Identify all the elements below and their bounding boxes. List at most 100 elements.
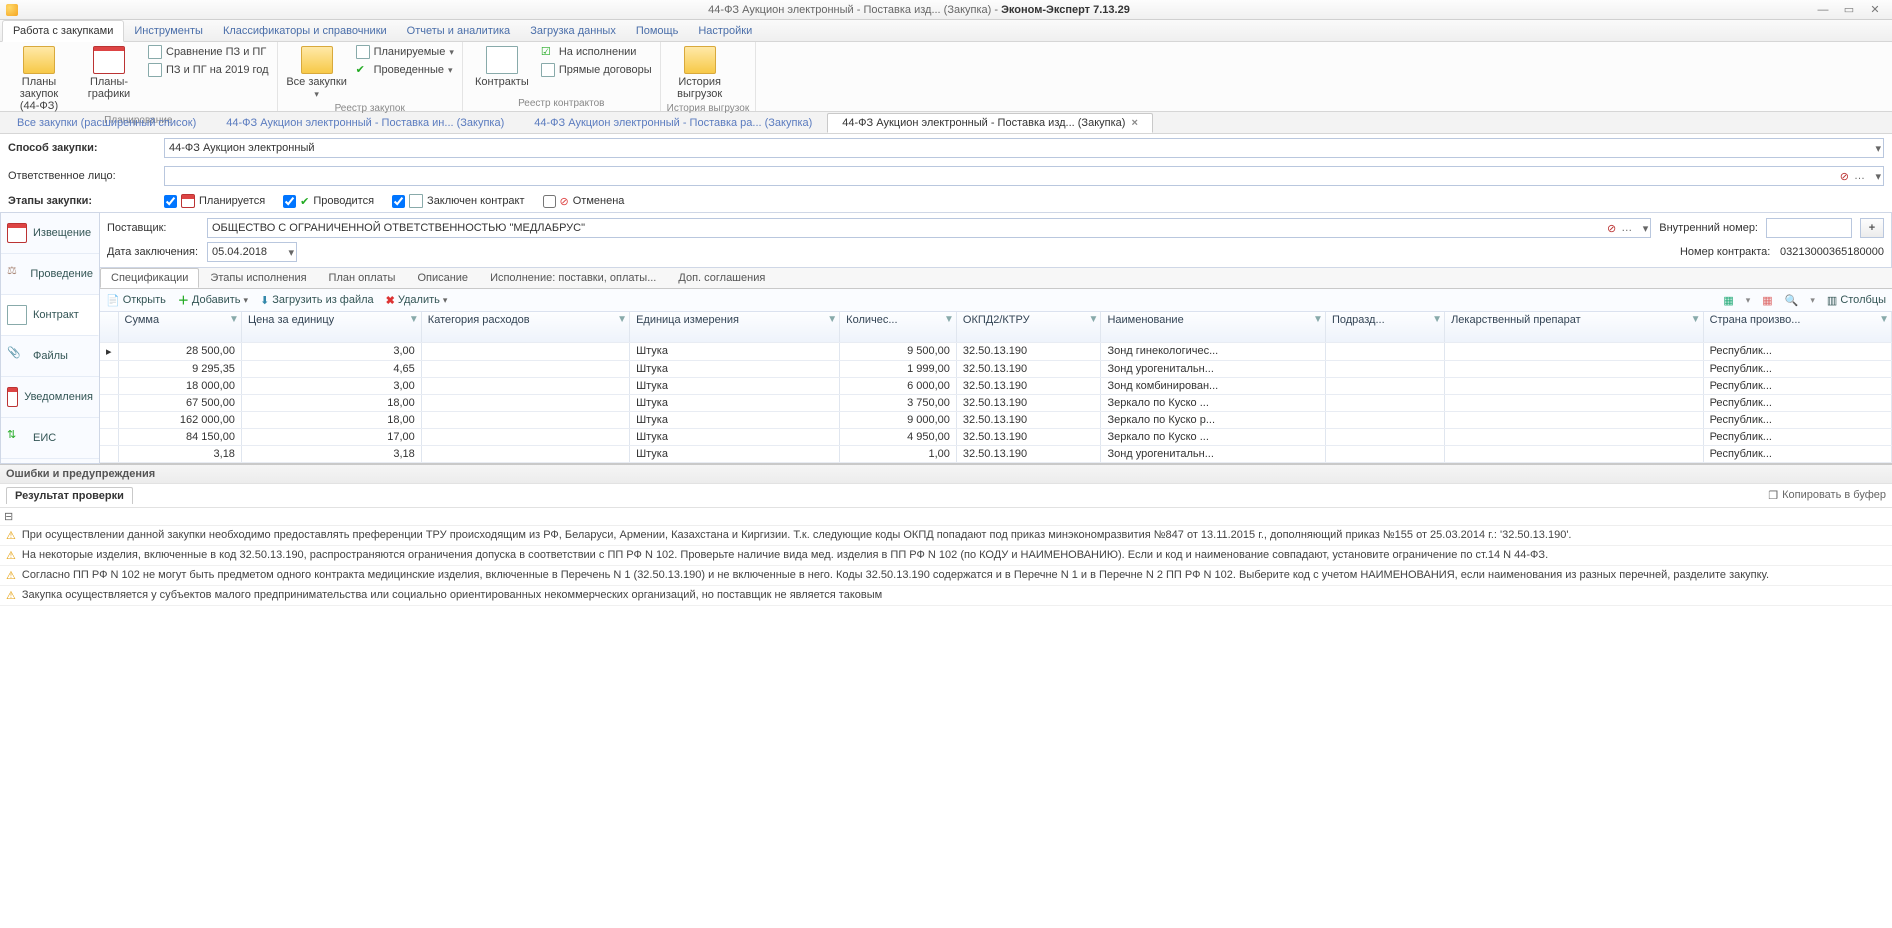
col-header[interactable]: Страна произво...▼ [1703,312,1891,342]
col-header[interactable]: Единица измерения▼ [630,312,840,342]
warning-row: ⚠При осуществлении данной закупки необхо… [0,526,1892,546]
ribbon-tab-settings[interactable]: Настройки [688,21,762,41]
table-row[interactable]: 18 000,003,00Штука6 000,0032.50.13.190Зо… [100,377,1892,394]
stage-planned-check[interactable]: Планируется [164,194,265,208]
ribbon-tab-help[interactable]: Помощь [626,21,689,41]
filter-icon[interactable]: ▼ [1089,314,1099,325]
stage-contract-check[interactable]: Заключен контракт [392,194,524,208]
ribbon-tab-dataload[interactable]: Загрузка данных [520,21,626,41]
ribbon-tab-tools[interactable]: Инструменты [124,21,213,41]
doctab-2[interactable]: 44-ФЗ Аукцион электронный - Поставка ра.… [519,113,827,133]
on-execution-button[interactable]: ☑На исполнении [539,44,654,60]
filter-icon[interactable]: ▼ [1432,314,1442,325]
add-button[interactable]: ＋Добавить▾ [178,292,248,308]
sn-files[interactable]: 📎Файлы [1,336,99,377]
filter-icon[interactable]: ▼ [1691,314,1701,325]
col-header[interactable]: ОКПД2/КТРУ▼ [956,312,1101,342]
table-row[interactable]: 9 295,354,65Штука1 999,0032.50.13.190Зон… [100,360,1892,377]
spectab-addl[interactable]: Доп. соглашения [667,268,776,288]
clear-icon[interactable]: ⊘ [1840,170,1849,183]
open-icon: 📄 [106,294,120,307]
doctab-all-purchases[interactable]: Все закупки (расширенный список) [2,113,211,133]
date-picker[interactable]: 05.04.2018▾ [207,242,297,262]
search-icon[interactable]: 🔍 [1785,294,1799,307]
window-max-button[interactable]: ▭ [1838,3,1860,17]
col-header[interactable]: Количес...▼ [840,312,957,342]
filter-icon[interactable]: ▼ [1313,314,1323,325]
collapse-icon[interactable]: ⊟ [4,511,13,523]
stage-cancelled-check[interactable]: ⊘Отменена [543,195,625,208]
copy-icon: ❐ [1768,489,1778,502]
lookup-icon[interactable]: … [1854,170,1865,182]
supplier-label: Поставщик: [107,222,199,234]
spectab-exec[interactable]: Исполнение: поставки, оплаты... [479,268,667,288]
filter-icon[interactable]: ▼ [944,314,954,325]
col-header[interactable]: Сумма▼ [118,312,241,342]
ribbon-tab-purchases[interactable]: Работа с закупками [2,20,124,42]
col-header[interactable]: Категория расходов▼ [421,312,629,342]
doctab-3[interactable]: 44-ФЗ Аукцион электронный - Поставка изд… [827,113,1153,133]
stage-running-check[interactable]: ✔Проводится [283,195,374,208]
sn-notifications[interactable]: Уведомления [1,377,99,418]
sn-contract[interactable]: Контракт [1,295,99,336]
method-combo[interactable]: 44-ФЗ Аукцион электронный▾ [164,138,1884,158]
spec-toolbar: 📄Открыть ＋Добавить▾ ⬇Загрузить из файла … [100,289,1892,312]
plans-44fz-button[interactable]: Планы закупок (44-ФЗ) [6,44,72,114]
delete-button[interactable]: ✖Удалить▾ [386,294,448,307]
add-internal-number-button[interactable]: + [1860,218,1884,238]
sync-icon: ⇅ [7,428,27,448]
table-row[interactable]: 84 150,0017,00Штука4 950,0032.50.13.190З… [100,428,1892,445]
all-purchases-button[interactable]: Все закупки▾ [284,44,350,102]
window-titlebar: 44-ФЗ Аукцион электронный - Поставка изд… [0,0,1892,20]
schedules-button[interactable]: Планы-графики [76,44,142,102]
contracts-button[interactable]: Контракты [469,44,535,90]
lookup-icon[interactable]: … [1621,222,1632,234]
spectab-payplan[interactable]: План оплаты [318,268,407,288]
sn-eis[interactable]: ⇅ЕИС [1,418,99,459]
grid-icon[interactable]: ▦ [1762,294,1772,307]
pz-pg-2019-button[interactable]: ПЗ и ПГ на 2019 год [146,62,271,78]
copy-to-buffer-button[interactable]: ❐Копировать в буфер [1768,487,1886,504]
supplier-combo[interactable]: ОБЩЕСТВО С ОГРАНИЧЕННОЙ ОТВЕТСТВЕННОСТЬЮ… [207,218,1651,238]
spectab-stages[interactable]: Этапы исполнения [199,268,317,288]
load-from-file-button[interactable]: ⬇Загрузить из файла [260,294,374,307]
filter-icon[interactable]: ▼ [229,314,239,325]
spec-grid[interactable]: Сумма▼Цена за единицу▼Категория расходов… [100,312,1892,464]
ribbon-tab-reports[interactable]: Отчеты и аналитика [397,21,521,41]
done-button[interactable]: ✔Проведенные ▾ [354,62,456,78]
contract-number-value: 03213000365180000 [1780,246,1884,258]
spectab-desc[interactable]: Описание [406,268,479,288]
check-result-tab[interactable]: Результат проверки [6,487,133,504]
filter-icon[interactable]: ▼ [1879,314,1889,325]
excel-export-icon[interactable]: ▦ [1723,294,1733,307]
table-row[interactable]: ▸28 500,003,00Штука9 500,0032.50.13.190З… [100,342,1892,360]
upload-history-button[interactable]: История выгрузок [667,44,733,102]
spectab-spec[interactable]: Спецификации [100,268,199,288]
direct-contracts-button[interactable]: Прямые договоры [539,62,654,78]
columns-button[interactable]: ▥Столбцы [1827,294,1886,307]
table-row[interactable]: 3,183,18Штука1,0032.50.13.190Зонд уроген… [100,445,1892,462]
errors-title: Ошибки и предупреждения [0,465,1892,483]
close-tab-icon[interactable]: × [1131,117,1137,129]
filter-icon[interactable]: ▼ [409,314,419,325]
filter-icon[interactable]: ▼ [827,314,837,325]
sn-processing[interactable]: ⚖Проведение [1,254,99,295]
window-min-button[interactable]: — [1812,3,1834,17]
col-header[interactable]: Подразд...▼ [1325,312,1444,342]
ribbon-tab-classifiers[interactable]: Классификаторы и справочники [213,21,397,41]
table-row[interactable]: 67 500,0018,00Штука3 750,0032.50.13.190З… [100,394,1892,411]
internal-number-input[interactable] [1766,218,1852,238]
col-header[interactable]: Наименование▼ [1101,312,1326,342]
clear-icon[interactable]: ⊘ [1607,222,1616,235]
planned-button[interactable]: Планируемые ▾ [354,44,456,60]
table-row[interactable]: 162 000,0018,00Штука9 000,0032.50.13.190… [100,411,1892,428]
compare-pz-pg-button[interactable]: Сравнение ПЗ и ПГ [146,44,271,60]
col-header[interactable]: Цена за единицу▼ [241,312,421,342]
filter-icon[interactable]: ▼ [617,314,627,325]
open-button[interactable]: 📄Открыть [106,294,166,307]
window-close-button[interactable]: ✕ [1864,3,1886,17]
responsible-combo[interactable]: ⊘…▾ [164,166,1884,186]
doctab-1[interactable]: 44-ФЗ Аукцион электронный - Поставка ин.… [211,113,519,133]
sn-notice[interactable]: Извещение [1,213,99,254]
col-header[interactable]: Лекарственный препарат▼ [1445,312,1704,342]
